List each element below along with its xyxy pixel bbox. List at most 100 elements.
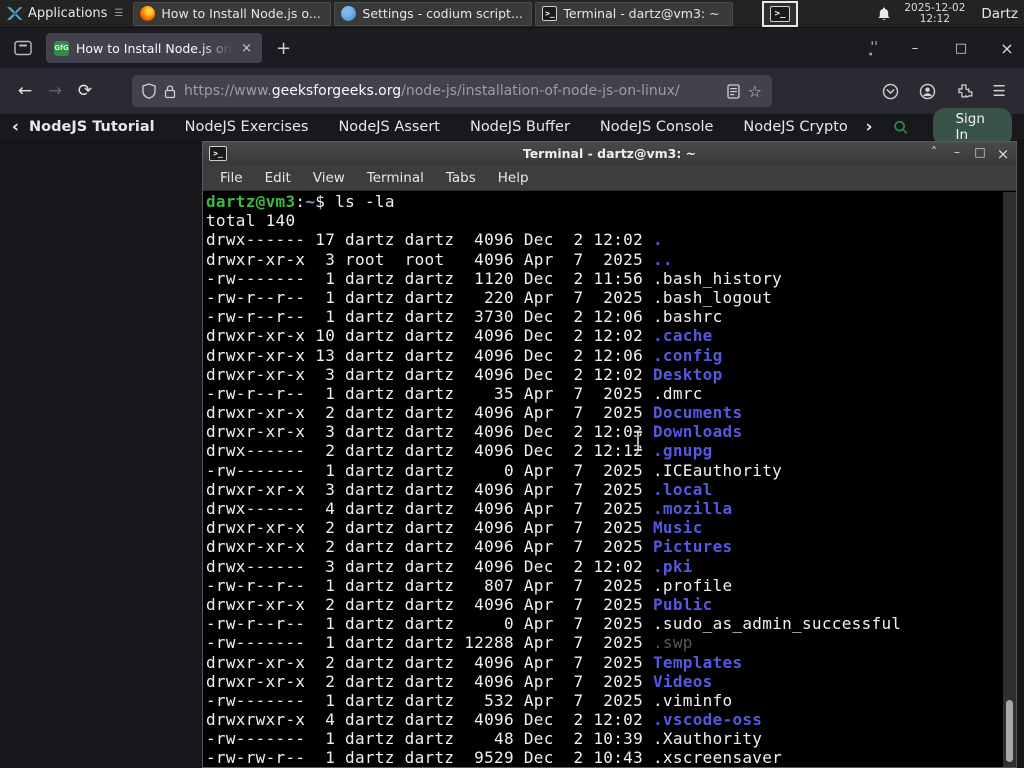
panel-window-button-vscodium[interactable]: Settings - codium script... <box>334 1 533 26</box>
panel-window-button-firefox[interactable]: How to Install Node.js o... <box>133 1 332 26</box>
file-name: .dmrc <box>652 383 703 403</box>
terminal-close-button[interactable]: × <box>996 145 1010 163</box>
extensions-puzzle-icon[interactable] <box>956 83 973 100</box>
forward-button[interactable]: → <box>40 76 70 106</box>
notification-bell-icon[interactable] <box>876 6 892 22</box>
terminal-listing-row: -rw------- 1 dartz dartz 532 Apr 7 2025 … <box>206 690 733 710</box>
vscodium-icon <box>341 6 357 21</box>
terminal-listing-row: drwxr-xr-x 2 dartz dartz 4096 Apr 7 2025… <box>206 518 703 538</box>
pocket-icon[interactable] <box>882 83 899 100</box>
terminal-output[interactable]: dartz@vm3:~$ ls -la total 140 drwx------ 1… <box>203 192 1003 767</box>
terminal-listing-row: drwxr-xr-x 3 dartz dartz 4096 Apr 7 2025… <box>206 479 713 499</box>
file-name: Documents <box>652 403 743 423</box>
panel-window-buttons: How to Install Node.js o... Settings - co… <box>133 1 736 26</box>
back-button[interactable]: ← <box>10 76 40 106</box>
browser-maximize-button[interactable]: □ <box>952 41 970 56</box>
xfce-logo-icon <box>7 7 23 20</box>
applications-menu-button[interactable]: Applications ☰ <box>0 0 129 27</box>
terminal-listing-row: drwxrwxr-x 4 dartz dartz 4096 Dec 2 12:0… <box>206 710 763 730</box>
file-name: Desktop <box>652 364 723 384</box>
new-tab-button[interactable]: + <box>276 38 291 59</box>
site-nav-item-nodejs-console[interactable]: NodeJS Console <box>600 119 714 135</box>
clock-time: 12:12 <box>919 12 950 25</box>
terminal-maximize-button[interactable]: □ <box>973 145 987 163</box>
terminal-listing-row: drwxr-xr-x 2 dartz dartz 4096 Apr 7 2025… <box>206 537 733 557</box>
tray-terminal-icon[interactable]: >_ <box>762 1 798 27</box>
browser-minimize-button[interactable]: – <box>906 41 924 56</box>
file-name: .ICEauthority <box>652 460 783 480</box>
toolbar-extensions-area: ☰ <box>882 82 1014 100</box>
reload-button[interactable]: ⟳ <box>70 76 100 106</box>
nav-scroll-right-icon[interactable]: › <box>866 118 873 136</box>
terminal-window: >_ Terminal - dartz@vm3: ~ ˄ – □ × File E… <box>202 141 1017 768</box>
site-nav-item-nodejs-crypto[interactable]: NodeJS Crypto <box>743 119 847 135</box>
terminal-listing-row: -rw-r--r-- 1 dartz dartz 0 Apr 7 2025 .s… <box>206 614 902 634</box>
file-name: Music <box>652 518 703 538</box>
firefox-view-button[interactable] <box>8 35 38 61</box>
file-name: . <box>652 230 663 250</box>
file-name: .pki <box>652 556 693 576</box>
tracking-shield-icon[interactable] <box>142 83 156 99</box>
browser-close-button[interactable]: × <box>998 39 1016 58</box>
terminal-listing-row: -rw------- 1 dartz dartz 1120 Dec 2 11:5… <box>206 268 783 288</box>
file-name: Pictures <box>652 537 733 557</box>
terminal-listing-row: -rw-r--r-- 1 dartz dartz 807 Apr 7 2025 … <box>206 575 733 595</box>
file-name: .Xauthority <box>652 729 763 749</box>
terminal-listing-row: -rw------- 1 dartz dartz 48 Dec 2 10:39 … <box>206 729 763 749</box>
account-icon[interactable] <box>919 83 936 100</box>
applications-submenu-icon: ☰ <box>114 8 124 19</box>
firefox-view-icon <box>14 40 32 56</box>
site-nav-item-nodejs-buffer[interactable]: NodeJS Buffer <box>470 119 570 135</box>
tab-title: How to Install Node.js on <box>76 40 232 56</box>
terminal-menu-edit[interactable]: Edit <box>256 168 300 188</box>
file-name: .cache <box>652 326 713 346</box>
terminal-menu-file[interactable]: File <box>211 168 252 188</box>
browser-toolbar: ← → ⟳ https://www.geeksforgeeks.org/node… <box>0 68 1024 114</box>
menu-hamburger-icon[interactable]: ☰ <box>993 82 1006 100</box>
url-path: /node-js/installation-of-node-js-on-linu… <box>401 83 680 99</box>
site-nav-item-nodejs-exercises[interactable]: NodeJS Exercises <box>185 119 309 135</box>
terminal-listing-row: drwx------ 17 dartz dartz 4096 Dec 2 12:… <box>206 230 663 250</box>
site-navigation-bar: ‹ NodeJS Tutorial NodeJS Exercises NodeJS … <box>0 108 1024 146</box>
panel-window-title: How to Install Node.js o... <box>161 6 321 21</box>
file-name: .bashrc <box>652 307 723 327</box>
reader-mode-icon[interactable] <box>727 83 740 99</box>
terminal-listing-row: drwxr-xr-x 13 dartz dartz 4096 Dec 2 12:… <box>206 345 723 365</box>
lock-icon[interactable] <box>164 84 176 99</box>
site-nav-item-nodejs-assert[interactable]: NodeJS Assert <box>338 119 440 135</box>
terminal-minimize-button[interactable]: – <box>950 145 964 163</box>
terminal-listing-row: drwx------ 3 dartz dartz 4096 Dec 2 12:0… <box>206 556 693 576</box>
browser-tab[interactable]: GfG How to Install Node.js on × <box>46 33 262 63</box>
terminal-listing-row: -rw------- 1 dartz dartz 12288 Apr 7 202… <box>206 633 693 653</box>
site-nav-item-nodejs-tutorial[interactable]: NodeJS Tutorial <box>29 119 155 135</box>
panel-window-button-terminal[interactable]: >_ Terminal - dartz@vm3: ~ <box>535 1 734 26</box>
panel-username: Dartz <box>981 5 1018 22</box>
file-name: .mozilla <box>652 499 733 518</box>
terminal-listing-row: drwxr-xr-x 3 dartz dartz 4096 Dec 2 12:0… <box>206 422 743 442</box>
bookmark-star-icon[interactable]: ☆ <box>748 82 762 101</box>
terminal-listing-row: -rw-r--r-- 1 dartz dartz 3730 Dec 2 12:0… <box>206 307 723 327</box>
terminal-titlebar[interactable]: >_ Terminal - dartz@vm3: ~ ˄ – □ × <box>203 142 1016 165</box>
terminal-listing-row: -rw-rw-r-- 1 dartz dartz 9529 Dec 2 10:4… <box>206 748 783 767</box>
file-name: Videos <box>652 671 713 691</box>
terminal-menu-help[interactable]: Help <box>489 168 538 188</box>
terminal-icon: >_ <box>542 6 558 21</box>
terminal-menu-tabs[interactable]: Tabs <box>437 168 485 188</box>
scrollbar-thumb[interactable] <box>1006 700 1013 762</box>
file-name: .bash_history <box>652 268 783 288</box>
file-name: .viminfo <box>652 690 733 710</box>
file-name: Downloads <box>652 422 743 442</box>
nav-scroll-left-icon[interactable]: ‹ <box>12 118 19 136</box>
panel-clock[interactable]: 2025-12-02 12:12 <box>904 2 965 25</box>
list-all-tabs-icon[interactable]: ˈ̥ˈ <box>870 40 878 56</box>
search-icon[interactable] <box>893 117 908 137</box>
address-bar[interactable]: https://www.geeksforgeeks.org/node-js/in… <box>132 75 772 107</box>
terminal-shade-button[interactable]: ˄ <box>927 145 941 163</box>
tab-close-icon[interactable]: × <box>239 41 254 56</box>
terminal-listing-row: drwxr-xr-x 10 dartz dartz 4096 Dec 2 12:… <box>206 326 713 346</box>
tab-bar: GfG How to Install Node.js on × + ˈ̥ˈ – … <box>0 28 1024 68</box>
terminal-scrollbar[interactable] <box>1003 192 1016 767</box>
terminal-menu-view[interactable]: View <box>304 168 354 188</box>
terminal-menu-terminal[interactable]: Terminal <box>358 168 433 188</box>
terminal-listing-row: drwxr-xr-x 3 root root 4096 Apr 7 2025 .… <box>206 249 673 269</box>
